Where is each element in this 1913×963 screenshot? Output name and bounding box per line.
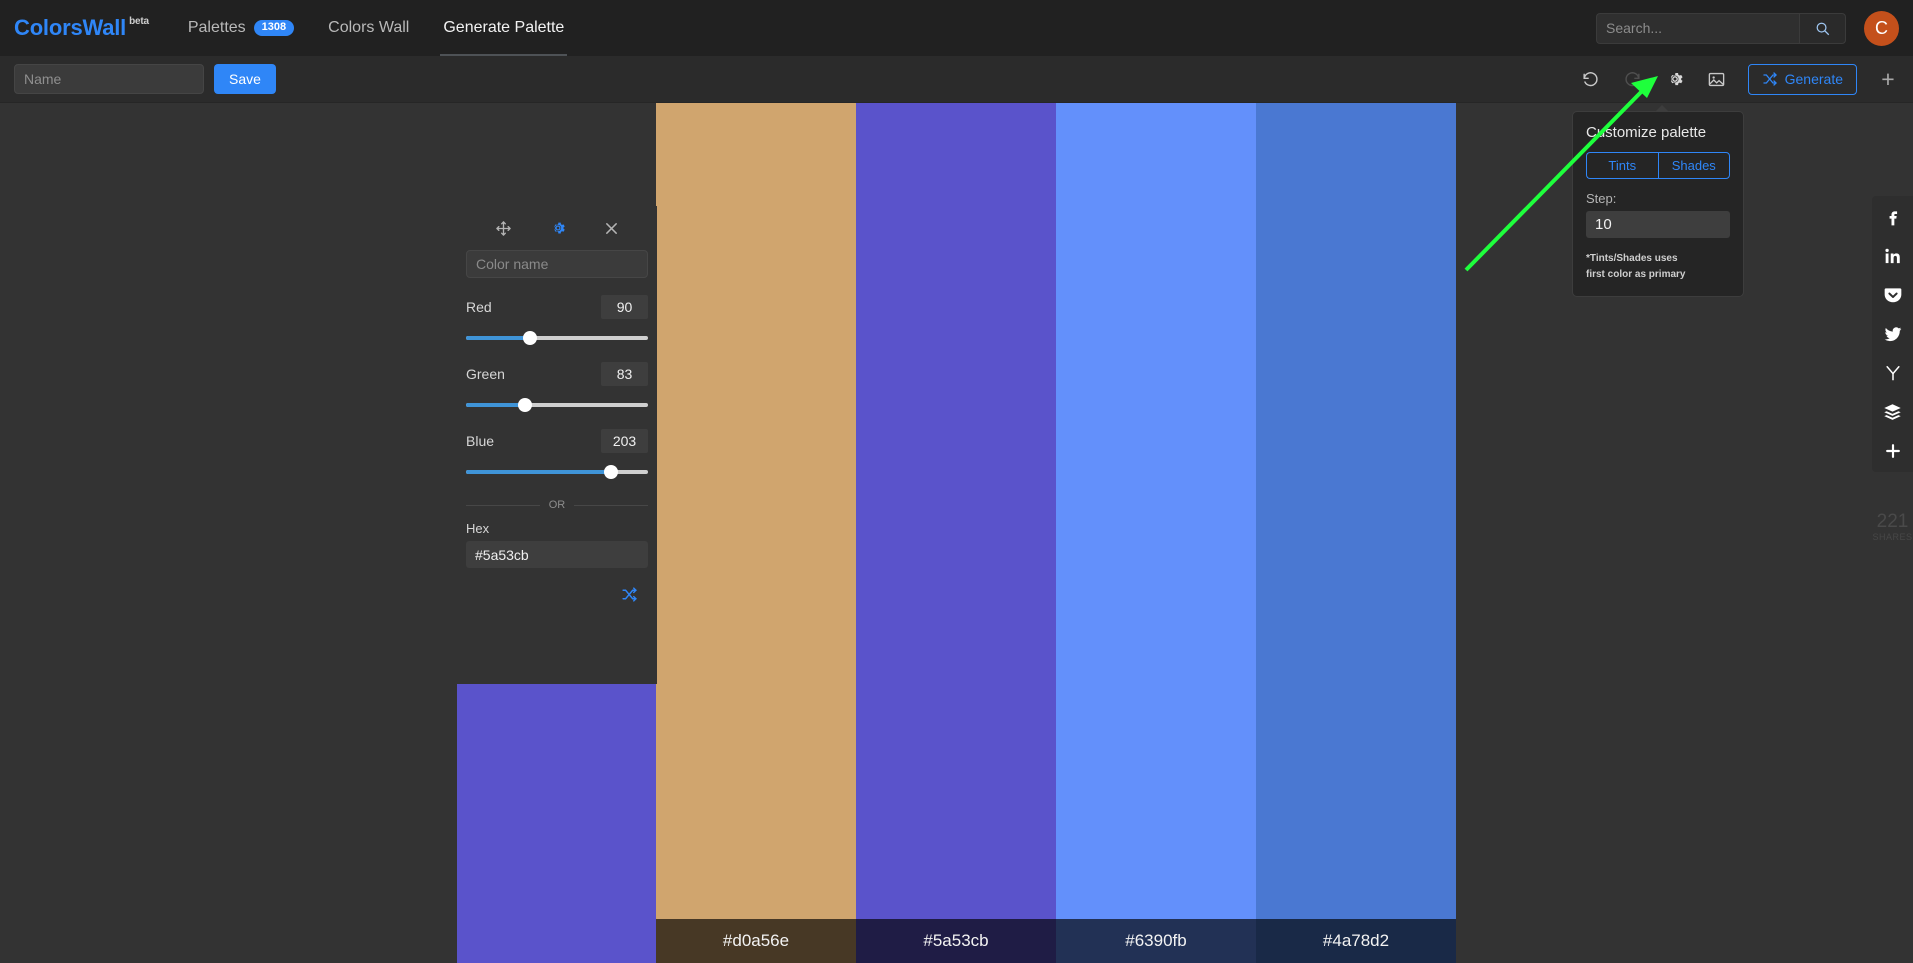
user-avatar[interactable]: C [1864, 10, 1899, 46]
slider-knob[interactable] [603, 465, 618, 479]
generate-button-label: Generate [1784, 71, 1843, 87]
slider-fill [466, 470, 611, 474]
nav-tab-palettes[interactable]: Palettes 1308 [171, 0, 311, 56]
channel-red-label: Red [466, 299, 492, 315]
facebook-icon[interactable] [1881, 205, 1905, 229]
share-count-label: SHARES [1872, 531, 1913, 542]
color-editor-panel: Red Green Blue [457, 206, 657, 684]
brand-logo[interactable]: ColorsWall beta [14, 15, 149, 41]
undo-icon[interactable] [1580, 68, 1602, 90]
palette-swatch[interactable]: #4a78d2 [1256, 103, 1456, 963]
palette-toolbar: Save [0, 56, 1913, 103]
channel-red-value[interactable] [601, 295, 648, 319]
search-icon [1816, 22, 1830, 35]
social-share-rail [1872, 196, 1913, 472]
tints-shades-group: Tints Shades [1586, 152, 1730, 179]
shuffle-icon [1762, 72, 1777, 86]
toolbar-actions: Generate + [1580, 63, 1899, 95]
twitter-icon[interactable] [1881, 322, 1905, 346]
nav-tab-palettes-label: Palettes [187, 19, 246, 36]
channel-blue-slider[interactable] [466, 465, 648, 479]
channel-blue: Blue [466, 429, 648, 479]
channel-blue-value[interactable] [601, 429, 648, 453]
palettes-count-badge: 1308 [253, 20, 295, 36]
or-divider: OR [466, 499, 648, 511]
shuffle-icon[interactable] [621, 586, 638, 603]
brand-name: ColorsWall [14, 15, 127, 40]
gear-icon[interactable] [550, 220, 566, 236]
popover-title: Customize palette [1586, 124, 1707, 141]
close-icon[interactable] [604, 221, 619, 236]
popover-note: *Tints/Shades uses first color as primar… [1586, 251, 1730, 282]
swatch-hex-label[interactable]: #6390fb [1056, 919, 1256, 963]
redo-icon[interactable] [1622, 68, 1644, 90]
step-label: Step: [1586, 191, 1617, 206]
ycombinator-icon[interactable] [1881, 361, 1905, 385]
color-editor-header [466, 206, 648, 250]
channel-green: Green [466, 362, 648, 412]
palette-swatch[interactable]: #d0a56e [656, 103, 856, 963]
slider-knob[interactable] [523, 331, 538, 345]
image-icon[interactable] [1706, 68, 1728, 90]
hex-label: Hex [466, 521, 490, 536]
search-input[interactable] [1596, 12, 1799, 44]
generate-button[interactable]: Generate [1747, 63, 1857, 95]
search-button[interactable] [1799, 12, 1846, 44]
buffer-icon[interactable] [1881, 400, 1905, 424]
avatar-initial: C [1875, 17, 1888, 38]
popover-note-line1: *Tints/Shades uses [1586, 253, 1678, 264]
nav-tab-generate-palette[interactable]: Generate Palette [426, 0, 581, 56]
slider-fill [466, 403, 526, 407]
share-more-icon[interactable] [1881, 439, 1905, 463]
add-color-button[interactable]: + [1877, 65, 1899, 92]
save-button[interactable]: Save [214, 64, 276, 94]
pocket-icon[interactable] [1881, 283, 1905, 307]
nav-tab-generate-palette-label: Generate Palette [443, 19, 565, 36]
channel-green-label: Green [466, 366, 505, 382]
hex-input[interactable] [466, 541, 648, 568]
slider-fill [466, 336, 531, 340]
nav-tabs: Palettes 1308 Colors Wall Generate Palet… [171, 0, 581, 56]
search-box [1596, 12, 1846, 44]
swatch-hex-label[interactable]: #d0a56e [656, 919, 856, 963]
navbar-right: C [1596, 10, 1899, 46]
swatch-hex-label[interactable]: #4a78d2 [1256, 919, 1456, 963]
slider-knob[interactable] [518, 398, 533, 412]
share-count-number: 221 [1876, 511, 1909, 532]
swatch-hex-label[interactable]: #5a53cb [856, 919, 1056, 963]
gear-icon[interactable] [1664, 68, 1686, 90]
channel-green-slider[interactable] [466, 398, 648, 412]
customize-palette-popover: Customize palette Tints Shades Step: *Ti… [1572, 105, 1744, 297]
palette-name-input[interactable] [14, 64, 204, 94]
color-name-input[interactable] [466, 250, 648, 278]
share-count: 221 SHARES [1872, 512, 1913, 542]
channel-red-slider[interactable] [466, 331, 648, 345]
channel-blue-label: Blue [466, 433, 495, 449]
palette-swatch[interactable]: #5a53cb [856, 103, 1056, 963]
or-divider-label: OR [548, 499, 566, 511]
nav-tab-colors-wall-label: Colors Wall [328, 19, 410, 36]
add-color-label: + [1881, 65, 1895, 92]
channel-red: Red [466, 295, 648, 345]
linkedin-icon[interactable] [1881, 244, 1905, 268]
channel-green-value[interactable] [601, 362, 648, 386]
palette-swatches: #d0a56e #5a53cb #6390fb #4a78d2 [656, 103, 1456, 963]
palette-swatch[interactable]: #6390fb [1056, 103, 1256, 963]
navbar: ColorsWall beta Palettes 1308 Colors Wal… [0, 0, 1913, 56]
nav-tab-colors-wall[interactable]: Colors Wall [311, 0, 426, 56]
popover-note-line2: first color as primary [1586, 268, 1686, 280]
brand-beta-tag: beta [129, 16, 149, 27]
tints-button[interactable]: Tints [1586, 152, 1658, 179]
step-input[interactable] [1586, 211, 1730, 238]
editor-shuffle-row [466, 586, 648, 603]
shades-button[interactable]: Shades [1657, 152, 1730, 179]
move-icon[interactable] [495, 220, 512, 237]
